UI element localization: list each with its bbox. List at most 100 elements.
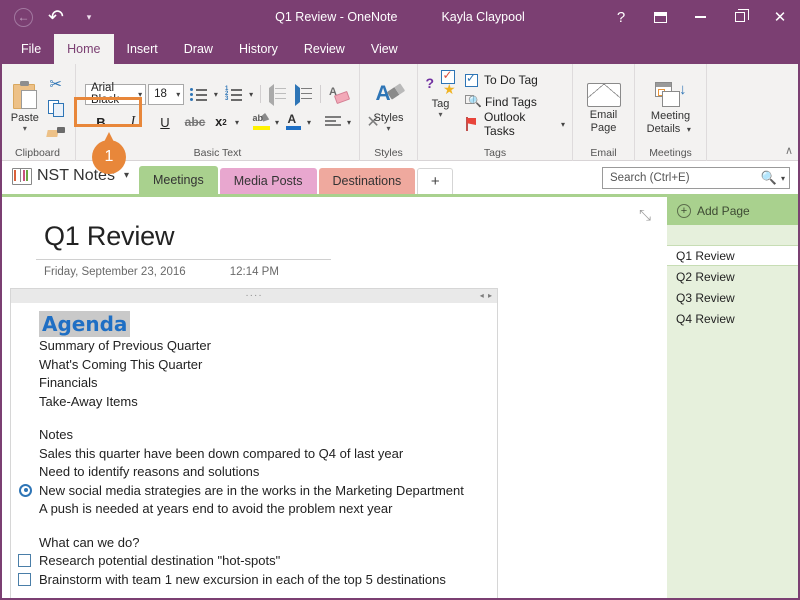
font-color-caret-icon[interactable]: ▾: [307, 118, 311, 127]
tab-view[interactable]: View: [358, 34, 411, 64]
numbering-caret-icon[interactable]: ▾: [247, 90, 254, 99]
bullets-button[interactable]: [186, 82, 210, 106]
search-input[interactable]: Search (Ctrl+E) 🔍 ▾: [602, 167, 790, 189]
handle-dots-icon: ····: [245, 290, 263, 301]
highlight-caret-icon[interactable]: ▾: [275, 118, 279, 127]
strikethrough-button[interactable]: abc: [183, 110, 207, 134]
help-button[interactable]: ?: [602, 0, 640, 34]
handle-arrows-icon[interactable]: ◂ ▸: [480, 291, 493, 300]
alignment-caret-icon[interactable]: ▾: [347, 118, 351, 127]
list-item[interactable]: What's Coming This Quarter: [39, 356, 487, 375]
tag-target-icon[interactable]: [19, 483, 32, 497]
email-page-button[interactable]: Email Page: [578, 77, 629, 135]
copy-button[interactable]: [45, 98, 67, 118]
page-title[interactable]: Q1 Review: [0, 197, 667, 252]
font-name-caret-icon[interactable]: ▾: [134, 90, 142, 99]
section-tab-media-posts[interactable]: Media Posts: [219, 168, 317, 194]
styles-caret-icon[interactable]: ▾: [386, 124, 390, 133]
list-item-label: New social media strategies are in the w…: [39, 482, 464, 498]
paste-caret-icon[interactable]: ▾: [23, 124, 27, 133]
list-item[interactable]: Take-Away Items: [39, 393, 487, 412]
tab-insert[interactable]: Insert: [114, 34, 171, 64]
page-item-q4-review[interactable]: Q4 Review: [667, 308, 800, 329]
font-size-caret-icon[interactable]: ▾: [172, 90, 180, 99]
page-item-q3-review[interactable]: Q3 Review: [667, 287, 800, 308]
list-item[interactable]: Need to identify reasons and solutions: [39, 463, 487, 482]
notebook-caret-icon[interactable]: ▾: [124, 170, 129, 181]
page-item-q2-review[interactable]: Q2 Review: [667, 266, 800, 287]
note-container-handle[interactable]: ···· ◂ ▸: [11, 289, 497, 303]
meeting-details-button[interactable]: ↓ Meeting Details ▾: [640, 76, 701, 136]
outlook-tasks-caret-icon[interactable]: ▾: [558, 120, 568, 129]
styles-button[interactable]: A Styles ▾: [365, 79, 412, 133]
tab-history[interactable]: History: [226, 34, 291, 64]
font-name-input[interactable]: Arial Black ▾: [85, 82, 147, 106]
list-item[interactable]: Financials: [39, 374, 487, 393]
increase-indent-button[interactable]: [291, 82, 315, 106]
bullets-caret-icon[interactable]: ▾: [212, 90, 219, 99]
section-tab-destinations[interactable]: Destinations: [318, 168, 416, 194]
ribbon-display-options-button[interactable]: [640, 0, 680, 34]
page-time[interactable]: 12:14 PM: [230, 266, 279, 278]
paste-button[interactable]: Paste ▾: [5, 79, 45, 133]
italic-button[interactable]: I: [121, 110, 145, 134]
font-size-value: 18: [154, 88, 167, 100]
tab-home[interactable]: Home: [54, 34, 114, 64]
checkbox-icon[interactable]: [18, 554, 31, 567]
list-item[interactable]: Summary of Previous Quarter: [39, 337, 487, 356]
tag-caret-icon[interactable]: ▾: [439, 110, 443, 119]
font-size-input[interactable]: 18 ▾: [148, 83, 185, 105]
note-body[interactable]: Agenda Summary of Previous Quarter What'…: [11, 303, 497, 600]
user-account-name[interactable]: Kayla Claypool: [441, 10, 524, 24]
font-color-button[interactable]: A: [281, 110, 305, 134]
undo-icon[interactable]: ↶: [46, 7, 66, 27]
numbering-button[interactable]: 1 2 3: [221, 82, 245, 106]
page-item-q1-review[interactable]: Q1 Review: [667, 245, 800, 266]
close-button[interactable]: ✕: [760, 0, 800, 34]
list-item[interactable]: New social media strategies are in the w…: [19, 482, 487, 501]
restore-button[interactable]: [720, 0, 760, 34]
outlook-tasks-button[interactable]: Outlook Tasks ▾: [465, 110, 568, 138]
find-tags-icon: [465, 95, 482, 109]
subscript-caret-icon[interactable]: ▾: [235, 118, 239, 127]
minimize-button[interactable]: [680, 0, 720, 34]
note-heading-notes[interactable]: Notes: [39, 426, 487, 445]
underline-button[interactable]: U: [153, 110, 177, 134]
alignment-button[interactable]: [321, 110, 345, 134]
todo-item[interactable]: Brainstorm with team 1 new excursion in …: [18, 571, 487, 590]
todo-item[interactable]: Research potential destination "hot-spot…: [18, 552, 487, 571]
styles-eraser-button[interactable]: [326, 82, 350, 106]
tag-button[interactable]: ?★ Tag ▾: [422, 68, 459, 119]
format-painter-button[interactable]: [45, 122, 67, 142]
back-icon[interactable]: ←: [14, 7, 33, 27]
search-icon[interactable]: 🔍: [761, 170, 777, 186]
subscript-button[interactable]: x2: [209, 110, 233, 134]
collapse-ribbon-button[interactable]: ∧: [785, 144, 793, 157]
to-do-tag-button[interactable]: To Do Tag: [465, 70, 568, 90]
list-item[interactable]: Sales this quarter have been down compar…: [39, 445, 487, 464]
bold-button[interactable]: B: [89, 110, 113, 134]
add-page-button[interactable]: + Add Page: [667, 197, 800, 225]
tab-review[interactable]: Review: [291, 34, 358, 64]
expand-page-icon[interactable]: ⤡: [639, 207, 651, 224]
note-question[interactable]: What can we do?: [39, 534, 487, 553]
note-heading-agenda[interactable]: Agenda: [39, 311, 131, 337]
page-canvas[interactable]: ⤡ Q1 Review Friday, September 23, 2016 1…: [0, 197, 667, 600]
page-date[interactable]: Friday, September 23, 2016: [44, 266, 186, 278]
list-item[interactable]: A push is needed at years end to avoid t…: [39, 500, 487, 519]
checkbox-icon[interactable]: [18, 572, 31, 586]
notebook-selector[interactable]: NST Notes ▾: [0, 161, 139, 194]
text-highlight-button[interactable]: ab: [249, 110, 273, 134]
note-container[interactable]: ···· ◂ ▸ Agenda Summary of Previous Quar…: [10, 288, 498, 600]
ribbon-group-clipboard: Paste ▾ ✂ Clipboard: [0, 64, 76, 161]
tab-file[interactable]: File: [8, 34, 54, 64]
cut-button[interactable]: ✂: [45, 74, 67, 94]
search-caret-icon[interactable]: ▾: [781, 174, 785, 183]
meeting-details-caret-icon[interactable]: ▾: [683, 123, 694, 136]
add-section-button[interactable]: +: [417, 168, 454, 194]
customize-quick-access-icon[interactable]: ▾: [79, 7, 99, 27]
section-tab-meetings[interactable]: Meetings: [138, 166, 218, 194]
find-tags-button[interactable]: Find Tags: [465, 92, 568, 112]
decrease-indent-button[interactable]: [265, 82, 289, 106]
tab-draw[interactable]: Draw: [171, 34, 226, 64]
